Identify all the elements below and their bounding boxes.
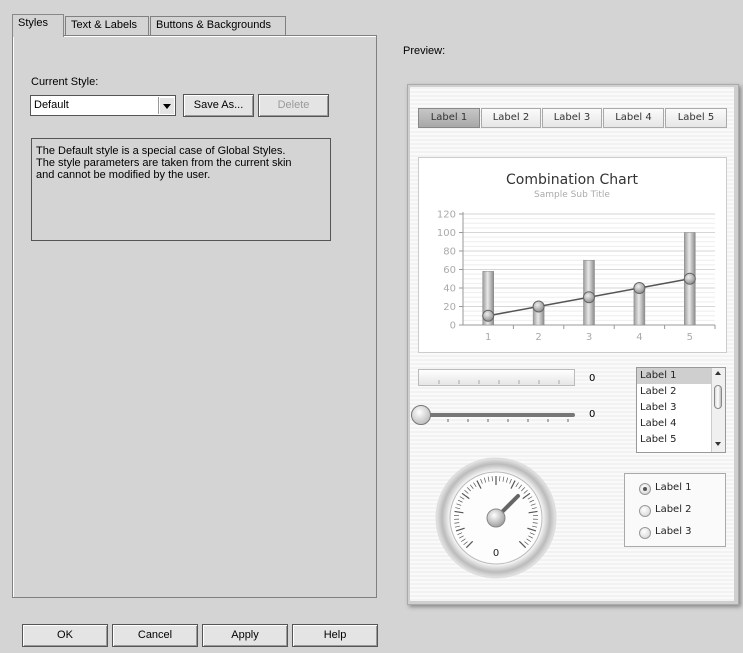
preview-label: Preview: xyxy=(403,45,446,57)
preview-listbox[interactable]: Label 1 Label 2 Label 3 Label 4 Label 5 xyxy=(636,367,726,453)
cancel-button[interactable]: Cancel xyxy=(112,624,198,647)
preview-tab-2[interactable]: Label 2 xyxy=(481,108,541,128)
radio-label: Label 2 xyxy=(655,504,692,515)
preview-tab-4[interactable]: Label 4 xyxy=(603,108,664,128)
x-tick-label: 4 xyxy=(636,332,642,343)
y-tick-label: 20 xyxy=(443,302,456,313)
tab-styles[interactable]: Styles xyxy=(12,14,64,37)
line-point xyxy=(583,291,595,304)
slider-value: 0 xyxy=(589,409,596,420)
line-point xyxy=(482,309,495,322)
progress-value: 0 xyxy=(589,373,596,384)
line-point xyxy=(633,282,646,294)
slider-ticks xyxy=(447,419,569,422)
y-tick-label: 60 xyxy=(443,265,456,276)
slider[interactable] xyxy=(411,405,575,427)
gauge-value: 0 xyxy=(493,548,499,559)
tab-buttons-backgrounds[interactable]: Buttons & Backgrounds xyxy=(150,16,286,35)
progress-ticks xyxy=(438,380,560,384)
help-button[interactable]: Help xyxy=(292,624,378,647)
chevron-down-icon[interactable] xyxy=(158,97,174,114)
chart-title: Combination Chart xyxy=(506,172,638,188)
current-style-value: Default xyxy=(34,99,69,111)
y-tick-label: 0 xyxy=(450,321,456,332)
y-tick-label: 80 xyxy=(443,247,456,258)
preview-tab-5[interactable]: Label 5 xyxy=(665,108,727,128)
preview-radio-group: Label 1 Label 2 Label 3 xyxy=(624,473,726,547)
current-style-select[interactable]: Default xyxy=(30,95,176,116)
styles-panel xyxy=(12,35,377,598)
current-style-label: Current Style: xyxy=(31,76,99,88)
x-tick-label: 2 xyxy=(535,332,541,343)
x-tick-label: 3 xyxy=(586,332,592,343)
listbox-item[interactable]: Label 2 xyxy=(637,384,711,400)
preview-tab-1[interactable]: Label 1 xyxy=(418,108,480,128)
radio-label: Label 3 xyxy=(655,526,692,537)
tab-styles-label: Styles xyxy=(18,17,48,29)
gauge-hub xyxy=(486,508,506,528)
chart-panel: Combination Chart Sample Sub Title 0 20 40… xyxy=(418,157,727,353)
tab-buttons-backgrounds-label: Buttons & Backgrounds xyxy=(156,19,271,31)
x-tick-label: 5 xyxy=(687,332,693,343)
y-tick-label: 100 xyxy=(437,228,456,239)
radio-button[interactable] xyxy=(639,527,651,539)
delete-button[interactable]: Delete xyxy=(258,94,329,117)
x-tick-label: 1 xyxy=(485,332,491,343)
apply-button[interactable]: Apply xyxy=(202,624,288,647)
line-point xyxy=(532,300,545,313)
combination-chart: Combination Chart Sample Sub Title 0 20 40… xyxy=(437,172,716,343)
y-tick-label: 40 xyxy=(443,284,456,295)
radio-button[interactable] xyxy=(639,505,651,517)
scroll-thumb[interactable] xyxy=(714,385,722,409)
gauge: 0 xyxy=(435,457,557,579)
y-tick-label: 120 xyxy=(437,210,456,221)
tab-text-labels-label: Text & Labels xyxy=(71,19,138,31)
radio-label: Label 1 xyxy=(655,482,692,493)
radio-button[interactable] xyxy=(639,483,651,495)
slider-thumb[interactable] xyxy=(411,405,431,425)
scroll-down-icon[interactable] xyxy=(715,442,721,446)
listbox-scrollbar[interactable] xyxy=(711,368,725,452)
listbox-item[interactable]: Label 3 xyxy=(637,400,711,416)
scroll-up-icon[interactable] xyxy=(715,371,721,375)
line-point xyxy=(683,272,696,285)
listbox-item[interactable]: Label 1 xyxy=(637,368,711,384)
ok-button[interactable]: OK xyxy=(22,624,108,647)
progress-bar xyxy=(418,369,575,386)
tab-text-labels[interactable]: Text & Labels xyxy=(65,16,149,35)
style-description: The Default style is a special case of G… xyxy=(31,138,331,241)
listbox-item[interactable]: Label 5 xyxy=(637,432,711,448)
chart-subtitle: Sample Sub Title xyxy=(534,190,610,200)
preview-tab-3[interactable]: Label 3 xyxy=(542,108,602,128)
listbox-item[interactable]: Label 4 xyxy=(637,416,711,432)
save-as-button[interactable]: Save As... xyxy=(183,94,254,117)
